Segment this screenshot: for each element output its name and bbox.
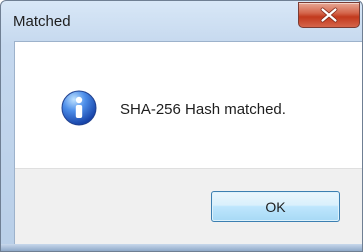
- window-bottom-border: [1, 244, 362, 251]
- close-button[interactable]: [298, 2, 360, 28]
- message-text: SHA-256 Hash matched.: [120, 101, 286, 118]
- ok-button[interactable]: OK: [211, 191, 340, 222]
- message-area: SHA-256 Hash matched.: [15, 42, 362, 168]
- information-icon: [61, 90, 97, 126]
- close-icon: [320, 7, 338, 23]
- dialog-window: Matched SHA-256 Hash matched. OK: [0, 0, 363, 252]
- title-bar[interactable]: Matched: [1, 1, 362, 41]
- window-title: Matched: [13, 13, 71, 30]
